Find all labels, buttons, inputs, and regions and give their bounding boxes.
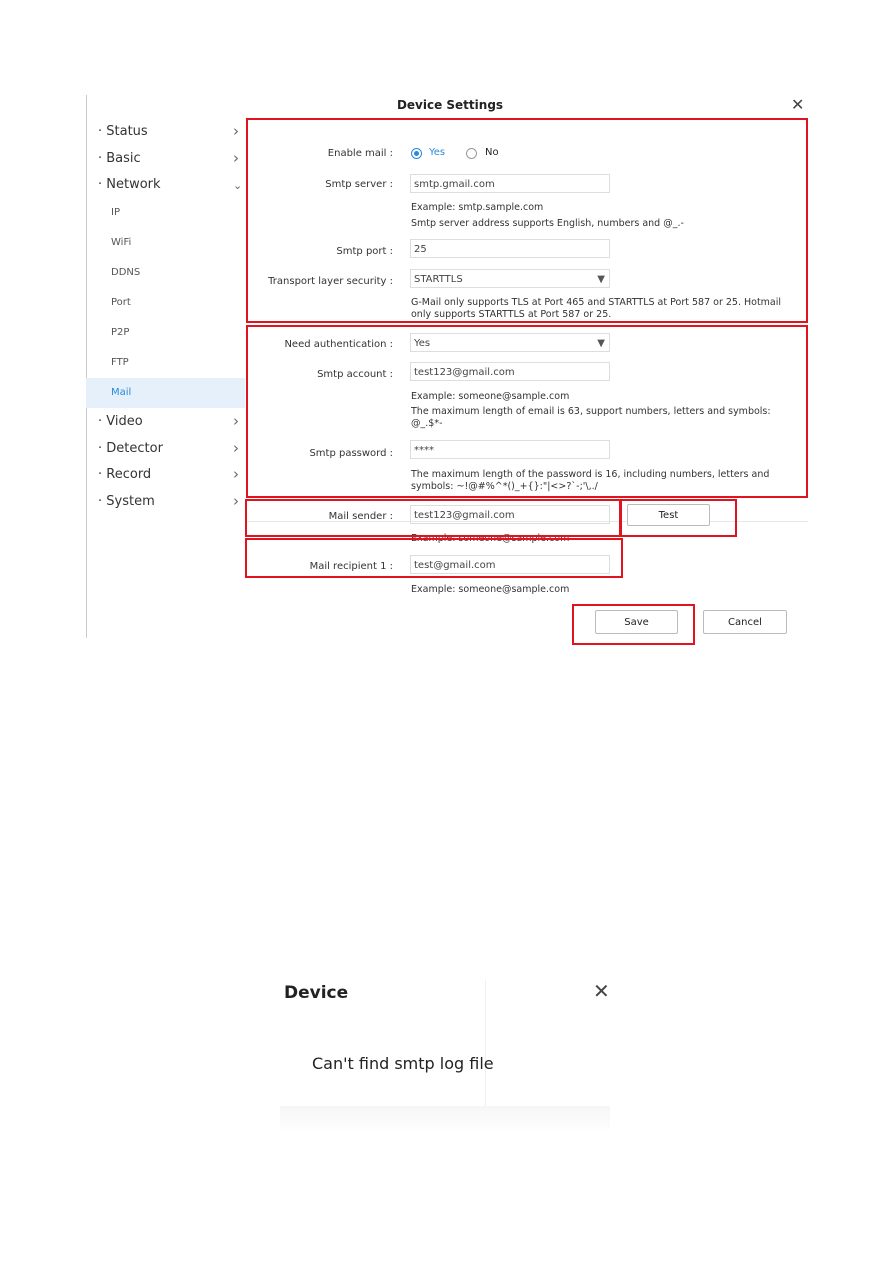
popup-message: Can't find smtp log file	[312, 1054, 494, 1073]
sidebar-item-label: P2P	[111, 327, 130, 338]
sidebar-item-label: Mail	[111, 387, 132, 398]
sidebar-item-label: Record	[106, 467, 152, 482]
selected-highlight	[86, 378, 245, 408]
chevron-right-icon: ›	[233, 122, 239, 140]
sidebar-item-label: Port	[111, 297, 131, 308]
sidebar-item-record[interactable]: · Record	[98, 467, 151, 482]
popup-toolbar	[280, 1106, 610, 1134]
highlight-box	[245, 538, 623, 578]
sidebar-item-p2p[interactable]: P2P	[111, 327, 129, 338]
sidebar-item-ip[interactable]: IP	[111, 207, 120, 218]
highlight-box	[572, 604, 695, 645]
chevron-right-icon: ›	[233, 465, 239, 483]
dialog-title: Device Settings	[396, 98, 504, 112]
sidebar-item-label: IP	[111, 207, 120, 218]
mail-recipient-example: Example: someone@sample.com	[411, 584, 570, 595]
highlight-box	[245, 499, 621, 537]
sidebar-item-mail[interactable]: Mail	[111, 387, 131, 398]
sidebar-item-status[interactable]: · Status	[98, 124, 148, 139]
sidebar-item-video[interactable]: · Video	[98, 414, 143, 429]
chevron-right-icon: ›	[233, 412, 239, 430]
sidebar-item-label: Status	[106, 124, 148, 139]
chevron-right-icon: ›	[233, 492, 239, 510]
close-icon[interactable]: ✕	[791, 95, 804, 114]
sidebar-item-system[interactable]: · System	[98, 494, 155, 509]
highlight-box	[246, 118, 808, 323]
cancel-button[interactable]: Cancel	[703, 610, 787, 634]
highlight-box	[620, 499, 737, 537]
dialog-border	[86, 95, 87, 638]
sidebar-item-label: Video	[106, 414, 143, 429]
sidebar-item-label: System	[106, 494, 155, 509]
sidebar-item-port[interactable]: Port	[111, 297, 131, 308]
sidebar-item-ftp[interactable]: FTP	[111, 357, 129, 368]
popup-title: Device	[284, 983, 349, 1003]
close-icon[interactable]: ✕	[593, 979, 610, 1003]
highlight-box	[246, 325, 808, 498]
sidebar-item-label: FTP	[111, 357, 129, 368]
